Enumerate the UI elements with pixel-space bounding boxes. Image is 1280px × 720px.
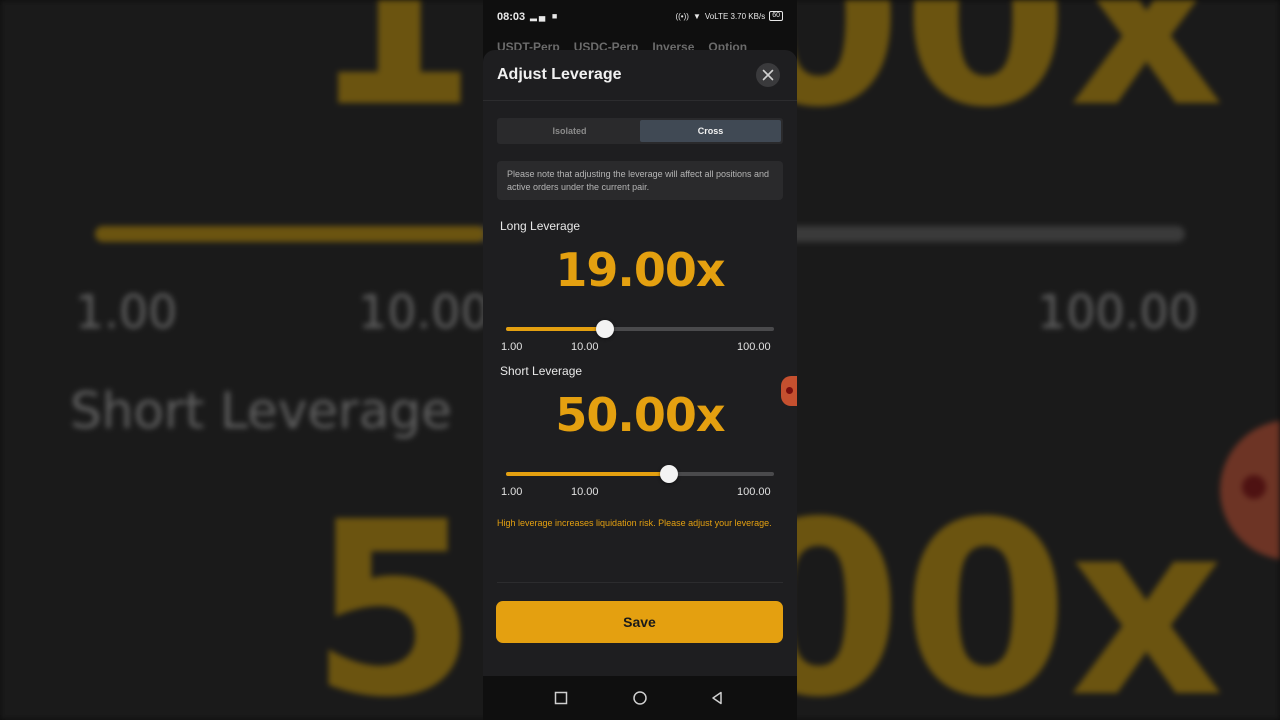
long-leverage-slider[interactable] xyxy=(506,319,774,339)
phone-screen: 08:03 ▂▄ ■ ((•)) ▼ VoLTE 3.70 KB/s 60 US… xyxy=(483,0,797,720)
title-divider xyxy=(483,100,797,101)
back-button[interactable] xyxy=(707,688,727,708)
wifi-icon: ▼ xyxy=(692,11,701,21)
short-leverage-value: 50.00x xyxy=(555,388,725,442)
bg-tick-mid: 10.00 xyxy=(358,285,490,339)
status-right: ((•)) ▼ VoLTE 3.70 KB/s 60 xyxy=(675,11,783,21)
mode-cross[interactable]: Cross xyxy=(640,120,781,142)
slider-thumb[interactable] xyxy=(596,320,615,338)
close-icon xyxy=(762,69,774,81)
home-circle-icon xyxy=(633,691,647,705)
slider-fill xyxy=(506,472,670,476)
battery-icon: 60 xyxy=(769,11,783,21)
short-leverage-slider[interactable] xyxy=(506,464,774,484)
sheet-title: Adjust Leverage xyxy=(497,66,622,83)
adjust-leverage-sheet: Adjust Leverage Isolated Cross Please no… xyxy=(483,50,797,676)
floating-assistant-icon[interactable] xyxy=(781,376,797,406)
signal-icon: ▂▄ xyxy=(530,11,548,21)
recents-button[interactable] xyxy=(551,688,571,708)
status-left-icons: ▂▄ ■ xyxy=(530,11,559,22)
close-button[interactable] xyxy=(756,63,780,87)
video-record-icon: ■ xyxy=(551,11,560,21)
status-bar: 08:03 ▂▄ ■ ((•)) ▼ VoLTE 3.70 KB/s 60 xyxy=(483,0,797,34)
status-time: 08:03 xyxy=(497,11,526,23)
bg-short-label: Short Leverage xyxy=(70,382,452,440)
short-tick-min: 1.00 xyxy=(501,486,523,498)
long-leverage-value: 19.00x xyxy=(555,243,725,297)
bg-floating-dot xyxy=(1220,420,1280,560)
long-tick-mid: 10.00 xyxy=(571,341,599,353)
bg-slider-fill xyxy=(95,226,485,242)
long-tick-min: 1.00 xyxy=(501,341,523,353)
home-button[interactable] xyxy=(630,688,650,708)
bg-tick-min: 1.00 xyxy=(75,285,178,339)
hotspot-icon: ((•)) xyxy=(675,11,689,21)
long-tick-max: 100.00 xyxy=(737,341,771,353)
margin-mode-toggle: Isolated Cross xyxy=(497,118,783,144)
system-nav-bar xyxy=(483,676,797,720)
bottom-divider xyxy=(497,582,783,583)
save-button[interactable]: Save xyxy=(496,601,783,643)
mode-isolated[interactable]: Isolated xyxy=(499,120,640,142)
slider-fill xyxy=(506,327,606,331)
back-triangle-icon xyxy=(712,691,722,705)
slider-thumb[interactable] xyxy=(660,465,679,483)
leverage-note: Please note that adjusting the leverage … xyxy=(497,161,783,200)
recents-square-icon xyxy=(554,691,568,705)
network-speed: VoLTE 3.70 KB/s xyxy=(704,11,766,21)
liquidation-warning: High leverage increases liquidation risk… xyxy=(497,518,772,528)
short-tick-max: 100.00 xyxy=(737,486,771,498)
bg-tick-max: 100.00 xyxy=(1037,285,1198,339)
long-leverage-label: Long Leverage xyxy=(500,219,581,233)
short-leverage-label: Short Leverage xyxy=(500,364,583,378)
short-tick-mid: 10.00 xyxy=(571,486,599,498)
